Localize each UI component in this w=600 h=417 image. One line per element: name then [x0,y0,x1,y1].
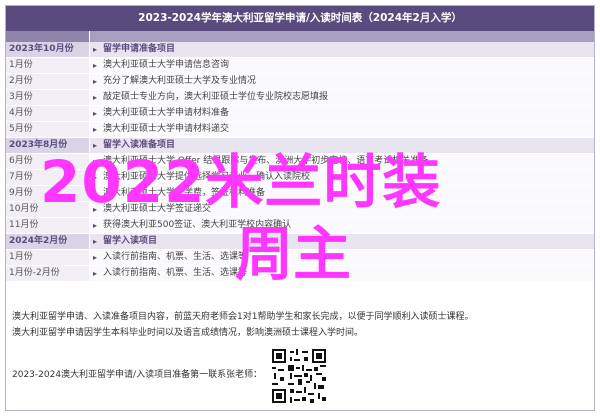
table-row: 5月份 ▸ 澳大利亚硕士大学申请材料递交 [6,122,594,137]
content-cell: ▸ 澳大利亚硕士大学申请材料递交 [90,122,594,137]
time-label: 2023年10月份 [9,44,74,54]
time-label: 10月份 [9,204,39,214]
time-cell: 11月份 [6,218,89,233]
table-row: 3月份 ▸ 敲定硕士专业方向，澳大利亚硕士学位专业院校志愿填报 [6,90,594,105]
time-cell: 2月份 [6,74,89,89]
table-title: 2023-2024学年澳大利亚留学申请/入读时间表（2024年2月入学） [6,6,594,31]
time-cell: 1月份 [6,58,89,73]
content-text: 入读行前指南、机票、生活、选课等 [103,268,248,278]
content-cell: ▸ 充分了解澳大利亚硕士大学及专业情况 [90,74,594,89]
time-label: 7月份 [9,172,33,182]
contact-footer: 2023-2024澳大利亚留学申请/入读项目准备第一联系张老师： [12,370,263,380]
column-header-time [6,31,89,42]
bullet-icon: ▸ [93,109,98,118]
table-row: 2月份 ▸ 充分了解澳大利亚硕士大学及专业情况 [6,74,594,89]
column-header-bar [6,31,594,42]
bullet-icon: ▸ [93,237,98,246]
time-label: 3月份 [9,92,33,102]
content-text: 敲定硕士专业方向，澳大利亚硕士学位专业院校志愿填报 [103,92,329,102]
content-cell: ▸ 澳大利亚硕士大学申请信息咨询 [90,58,594,73]
bullet-icon: ▸ [93,45,98,54]
time-label: 6月份 [9,156,33,166]
note-line: 澳大利亚留学申请、入读准备项目内容，前蓝天府老师会1对1帮助学生和家长完成，以便… [12,312,474,322]
bullet-icon: ▸ [93,253,98,262]
time-cell: 5月份 [6,122,89,137]
content-text: 留学入读项目 [103,236,158,246]
note-line: 澳大利亚留学申请因学生本科毕业时间以及语言成绩情况，影响澳洲硕士课程入学时间。 [12,328,364,338]
time-label: 1月份 [9,60,33,70]
time-label: 1月份-2月份 [9,268,60,278]
table-row: 4月份 ▸ 澳大利亚硕士大学申请材料准备 [6,106,594,121]
bullet-icon: ▸ [93,125,98,134]
content-text: 澳大利亚硕士大学申请材料递交 [103,124,230,134]
content-text: 入读行前指南、机票、生活、选课等 [103,252,248,262]
time-cell: 1月份 [6,250,89,265]
overlay-title-line1: 2022米兰时装 [40,148,442,216]
section-row: 2023年10月份 ▸ 留学申请准备项目 [6,42,594,57]
time-label: 11月份 [9,220,39,230]
content-cell: ▸ 留学申请准备项目 [90,42,594,57]
time-cell: 3月份 [6,90,89,105]
content-text: 留学申请准备项目 [103,44,176,54]
time-label: 5月份 [9,124,33,134]
bullet-icon: ▸ [93,269,98,278]
content-cell: ▸ 澳大利亚硕士大学申请材料准备 [90,106,594,121]
time-cell: 1月份-2月份 [6,266,89,281]
time-label: 2024年2月份 [9,236,68,246]
time-label: 4月份 [9,108,33,118]
time-cell: 2024年2月份 [6,234,89,249]
content-text: 澳大利亚硕士大学申请材料准备 [103,108,230,118]
table-row: 1月份 ▸ 澳大利亚硕士大学申请信息咨询 [6,58,594,73]
bullet-icon: ▸ [93,77,98,86]
time-label: 1月份 [9,252,33,262]
content-cell: ▸ 敲定硕士专业方向，澳大利亚硕士学位专业院校志愿填报 [90,90,594,105]
bullet-icon: ▸ [93,93,98,102]
column-header-content [90,31,594,42]
bullet-icon: ▸ [93,61,98,70]
content-text: 澳大利亚硕士大学申请信息咨询 [103,60,230,70]
notes: 澳大利亚留学申请、入读准备项目内容，前蓝天府老师会1对1帮助学生和家长完成，以便… [12,309,473,341]
overlay-title-line2: 周主 [235,220,352,288]
time-cell: 2023年10月份 [6,42,89,57]
time-label: 9月份 [9,188,33,198]
time-cell: 4月份 [6,106,89,121]
qr-code[interactable] [270,347,328,405]
content-text: 充分了解澳大利亚硕士大学及专业情况 [103,76,257,86]
bullet-icon: ▸ [93,221,98,230]
time-label: 2月份 [9,76,33,86]
